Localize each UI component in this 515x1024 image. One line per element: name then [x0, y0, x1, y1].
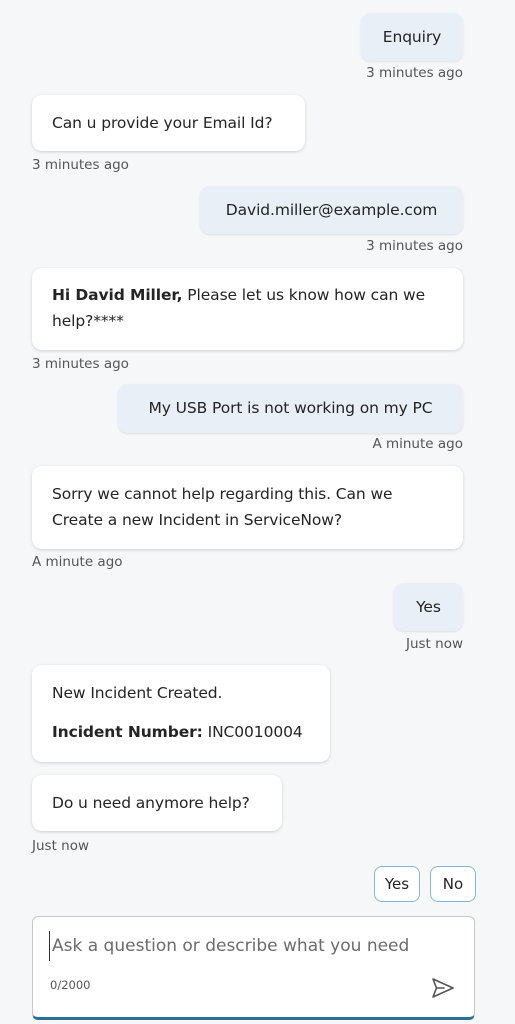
send-icon[interactable]	[430, 975, 456, 1001]
message-timestamp: Just now	[405, 636, 463, 652]
incident-number-line: Incident Number: INC0010004	[52, 719, 310, 745]
message-input[interactable]	[49, 931, 452, 961]
bot-message: Do u need anymore help?	[32, 775, 282, 831]
quick-reply-yes-button[interactable]: Yes	[374, 866, 420, 902]
message-text-line: help?****	[52, 312, 124, 330]
message-composer: 0/2000	[32, 916, 475, 1020]
message-text: My USB Port is not working on my PC	[148, 399, 433, 417]
character-counter: 0/2000	[50, 978, 91, 992]
message-text: Yes	[416, 598, 441, 616]
bot-message: Can u provide your Email Id?	[32, 95, 305, 151]
message-timestamp: 3 minutes ago	[32, 356, 129, 372]
user-message: Enquiry	[361, 13, 463, 61]
message-text-line: Hi David Miller, Please let us know how …	[52, 282, 443, 308]
message-timestamp: A minute ago	[32, 554, 123, 570]
message-text-line: Sorry we cannot help regarding this. Can…	[52, 485, 393, 503]
incident-number-value: INC0010004	[202, 723, 303, 741]
user-name: Hi David Miller,	[52, 286, 183, 304]
quick-reply-no-button[interactable]: No	[430, 866, 476, 902]
user-message: David.miller@example.com	[200, 186, 463, 234]
message-timestamp: A minute ago	[372, 436, 463, 452]
message-timestamp: 3 minutes ago	[32, 157, 129, 173]
bot-message: Sorry we cannot help regarding this. Can…	[32, 466, 463, 549]
message-text: Enquiry	[382, 28, 442, 46]
user-message: Yes	[394, 583, 463, 631]
message-text: Please let us know how can we	[182, 286, 426, 304]
message-timestamp: 3 minutes ago	[366, 65, 463, 81]
message-timestamp: 3 minutes ago	[366, 238, 463, 254]
message-text-line: Create a new Incident in ServiceNow?	[52, 511, 342, 529]
bot-message: New Incident Created. Incident Number: I…	[32, 665, 330, 762]
incident-created-text: New Incident Created.	[52, 684, 223, 702]
message-text: Can u provide your Email Id?	[52, 114, 273, 132]
message-timestamp: Just now	[32, 838, 90, 854]
incident-number-label: Incident Number:	[52, 723, 203, 741]
user-message: My USB Port is not working on my PC	[118, 384, 463, 433]
chat-transcript: Enquiry 3 minutes ago Can u provide your…	[0, 0, 515, 1024]
bot-message: Hi David Miller, Please let us know how …	[32, 268, 463, 350]
message-text: Do u need anymore help?	[52, 794, 250, 812]
message-text: David.miller@example.com	[225, 201, 438, 219]
